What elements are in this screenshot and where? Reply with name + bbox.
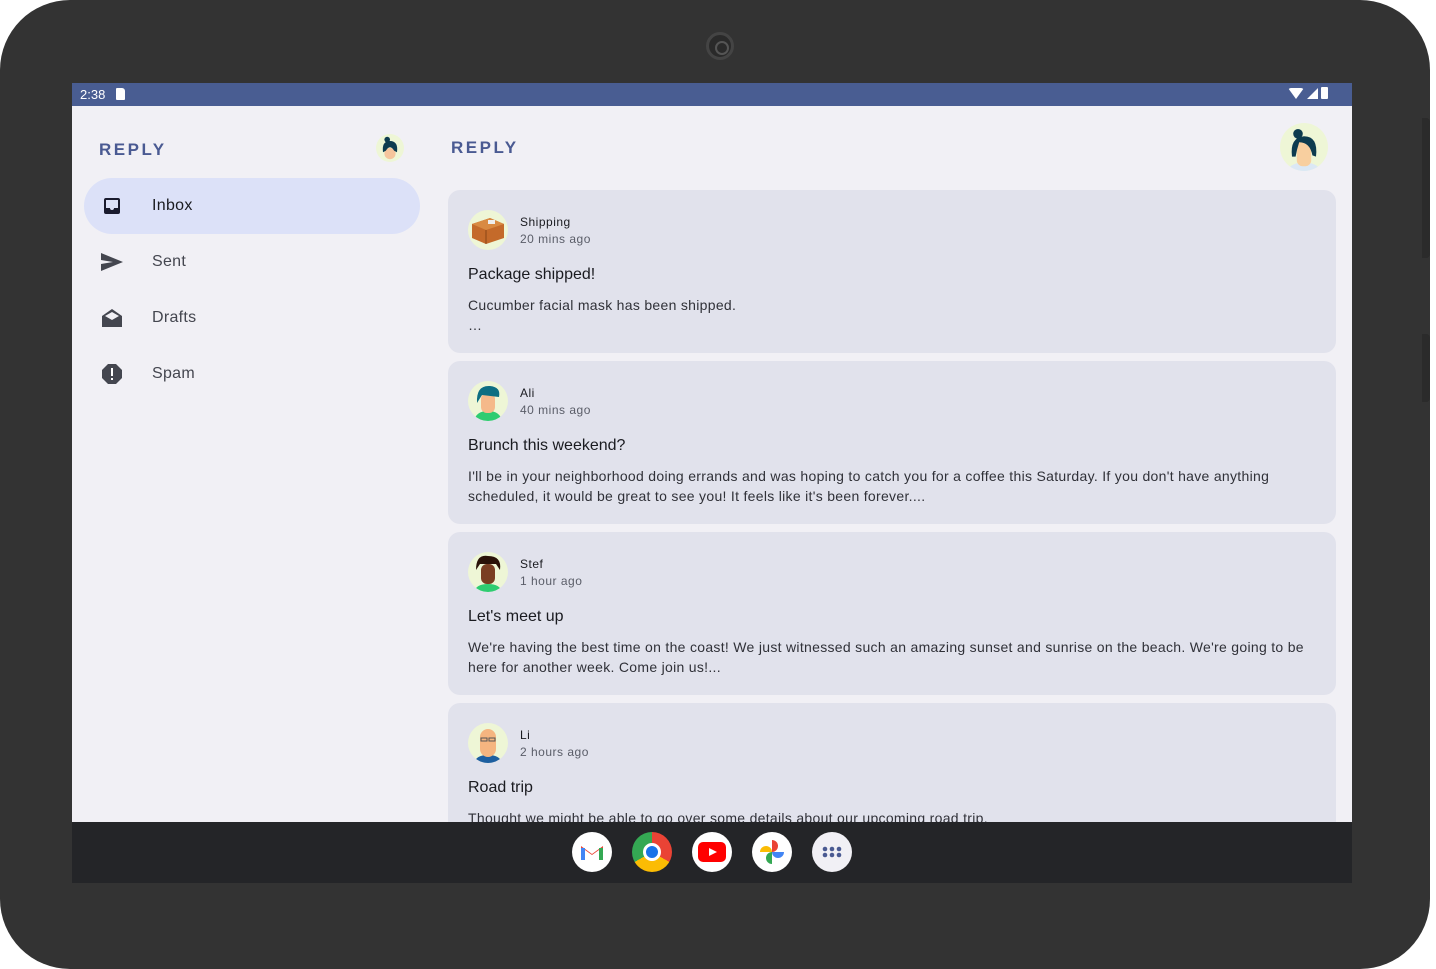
nav-sent[interactable]: Sent: [84, 234, 420, 290]
signal-icon: [1307, 87, 1318, 99]
send-icon: [100, 250, 124, 274]
email-card[interactable]: Shipping 20 mins ago Package shipped! Cu…: [448, 190, 1336, 353]
rail-avatar[interactable]: [376, 134, 404, 162]
sender-avatar: [468, 552, 508, 592]
youtube-app-icon[interactable]: [692, 832, 732, 872]
tablet-frame: 2:38 REPLY Inbox Sent Drafts Spam REPLY …: [0, 0, 1430, 969]
email-subject: Package shipped!: [468, 266, 596, 283]
photos-app-icon[interactable]: [752, 832, 792, 872]
nav-drafts[interactable]: Drafts: [84, 290, 420, 346]
profile-avatar[interactable]: [1280, 123, 1328, 171]
drafts-icon: [100, 306, 124, 330]
sd-card-icon: [116, 88, 125, 100]
email-preview: I'll be in your neighborhood doing erran…: [468, 468, 1270, 504]
rail-brand: REPLY: [99, 140, 167, 159]
battery-icon: [1321, 87, 1328, 99]
screen: 2:38 REPLY Inbox Sent Drafts Spam REPLY …: [72, 83, 1352, 883]
email-card[interactable]: Stef 1 hour ago Let's meet up We're havi…: [448, 532, 1336, 695]
sender-avatar: [468, 381, 508, 421]
nav-spam[interactable]: Spam: [84, 346, 420, 402]
inbox-icon: [100, 194, 124, 218]
chrome-app-icon[interactable]: [632, 832, 672, 872]
status-bar: 2:38: [72, 83, 1352, 106]
email-preview: Cucumber facial mask has been shipped.…: [468, 297, 737, 333]
clock: 2:38: [80, 87, 106, 102]
email-subject: Let's meet up: [468, 608, 564, 625]
camera: [706, 32, 734, 60]
volume-button: [1422, 334, 1430, 402]
taskbar: [72, 822, 1352, 883]
main-brand: REPLY: [451, 138, 519, 157]
gmail-app-icon[interactable]: [572, 832, 612, 872]
report-icon: [100, 362, 124, 386]
email-subject: Road trip: [468, 779, 533, 796]
app-drawer-icon[interactable]: [812, 832, 852, 872]
email-card[interactable]: Ali 40 mins ago Brunch this weekend? I'l…: [448, 361, 1336, 524]
wifi-icon: [1288, 87, 1304, 99]
email-preview: We're having the best time on the coast!…: [468, 639, 1304, 675]
sender-avatar: [468, 723, 508, 763]
nav-inbox[interactable]: Inbox: [84, 178, 420, 234]
email-subject: Brunch this weekend?: [468, 437, 626, 454]
power-button: [1422, 118, 1430, 258]
sender-avatar: [468, 210, 508, 250]
